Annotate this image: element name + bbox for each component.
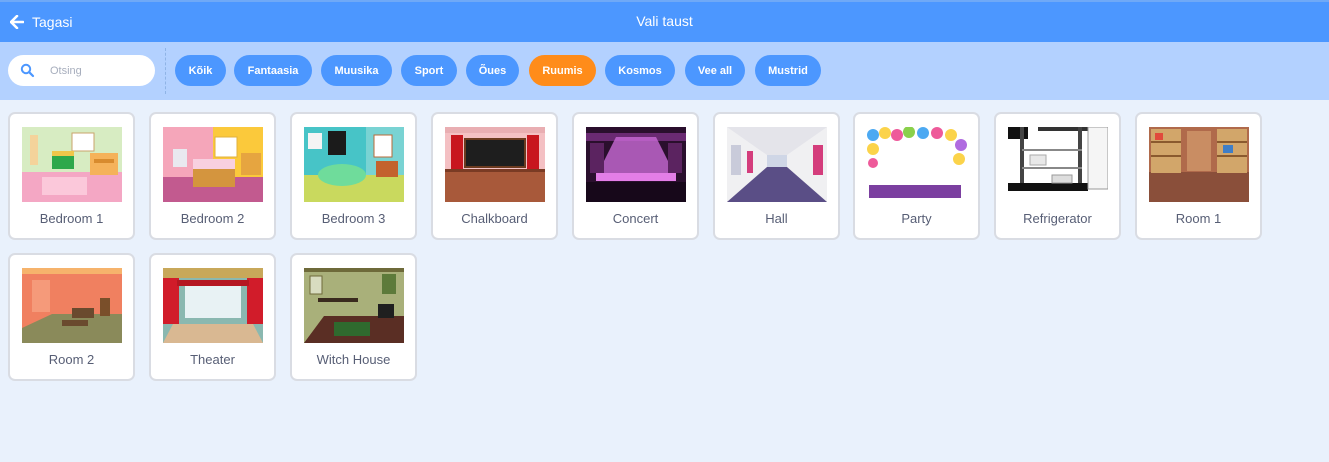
header-top-line — [0, 0, 1329, 2]
backdrop-label: Room 1 — [1175, 211, 1222, 226]
tag-oues[interactable]: Õues — [466, 55, 519, 86]
tag-label: Vee all — [697, 64, 733, 77]
tag-kosmos[interactable]: Kosmos — [605, 55, 675, 86]
backdrop-tile-room-2[interactable]: Room 2 — [8, 253, 135, 381]
backdrop-label: Room 2 — [48, 352, 95, 367]
backdrop-tile-chalkboard[interactable]: Chalkboard — [431, 112, 558, 240]
backdrop-thumbnail — [163, 127, 263, 202]
backdrop-label: Concert — [612, 211, 659, 226]
library-header: Tagasi Vali taust — [0, 0, 1329, 42]
tag-sport[interactable]: Sport — [401, 55, 457, 86]
backdrop-tile-concert[interactable]: Concert — [572, 112, 699, 240]
tag-muusika[interactable]: Muusika — [321, 55, 392, 86]
backdrop-thumbnail — [586, 127, 686, 202]
backdrop-tile-refrigerator[interactable]: Refrigerator — [994, 112, 1121, 240]
backdrop-thumbnail — [22, 268, 122, 343]
backdrop-tile-room-1[interactable]: Room 1 — [1135, 112, 1262, 240]
backdrop-label: Party — [901, 211, 932, 226]
search-box[interactable] — [8, 55, 155, 86]
backdrop-tile-theater[interactable]: Theater — [149, 253, 276, 381]
tag-label: Ruumis — [542, 64, 583, 77]
tag-fantaasia[interactable]: Fantaasia — [234, 55, 312, 86]
tag-label: Fantaasia — [247, 64, 299, 77]
tag-label: Mustrid — [768, 64, 808, 77]
tag-label: Kosmos — [618, 64, 662, 77]
backdrop-thumbnail — [867, 127, 967, 202]
backdrop-label: Refrigerator — [1023, 211, 1092, 226]
backdrop-thumbnail — [445, 127, 545, 202]
tag-label: Kõik — [188, 64, 213, 77]
backdrop-thumbnail — [163, 268, 263, 343]
search-icon — [20, 63, 35, 78]
backdrop-thumbnail — [1008, 127, 1108, 202]
backdrop-thumbnail — [727, 127, 827, 202]
backdrop-tile-bedroom-1[interactable]: Bedroom 1 — [8, 112, 135, 240]
tag-koik[interactable]: Kõik — [175, 55, 226, 86]
backdrop-tile-bedroom-2[interactable]: Bedroom 2 — [149, 112, 276, 240]
page-title: Vali taust — [636, 13, 693, 29]
backdrop-label: Bedroom 2 — [180, 211, 245, 226]
search-input[interactable] — [50, 61, 148, 80]
backdrop-label: Bedroom 3 — [321, 211, 386, 226]
filter-divider — [165, 48, 166, 94]
tag-mustrid[interactable]: Mustrid — [755, 55, 821, 86]
backdrop-tile-bedroom-3[interactable]: Bedroom 3 — [290, 112, 417, 240]
backdrop-thumbnail — [1149, 127, 1249, 202]
backdrop-thumbnail — [22, 127, 122, 202]
backdrop-tile-party[interactable]: Party — [853, 112, 980, 240]
backdrop-thumbnail — [304, 127, 404, 202]
backdrop-label: Chalkboard — [461, 211, 528, 226]
backdrop-thumbnail — [304, 268, 404, 343]
backdrop-label: Witch House — [316, 352, 391, 367]
tag-label: Muusika — [334, 64, 379, 77]
filter-bar: Kõik Fantaasia Muusika Sport Õues Ruumis… — [0, 42, 1329, 100]
backdrop-label: Hall — [765, 211, 788, 226]
tag-label: Sport — [414, 64, 444, 77]
backdrop-tile-witch-house[interactable]: Witch House — [290, 253, 417, 381]
backdrop-tile-hall[interactable]: Hall — [713, 112, 840, 240]
tag-vee-all[interactable]: Vee all — [685, 55, 745, 86]
tag-ruumis[interactable]: Ruumis — [529, 55, 596, 86]
backdrop-label: Theater — [190, 352, 235, 367]
tag-label: Õues — [478, 64, 507, 77]
backdrop-label: Bedroom 1 — [39, 211, 104, 226]
